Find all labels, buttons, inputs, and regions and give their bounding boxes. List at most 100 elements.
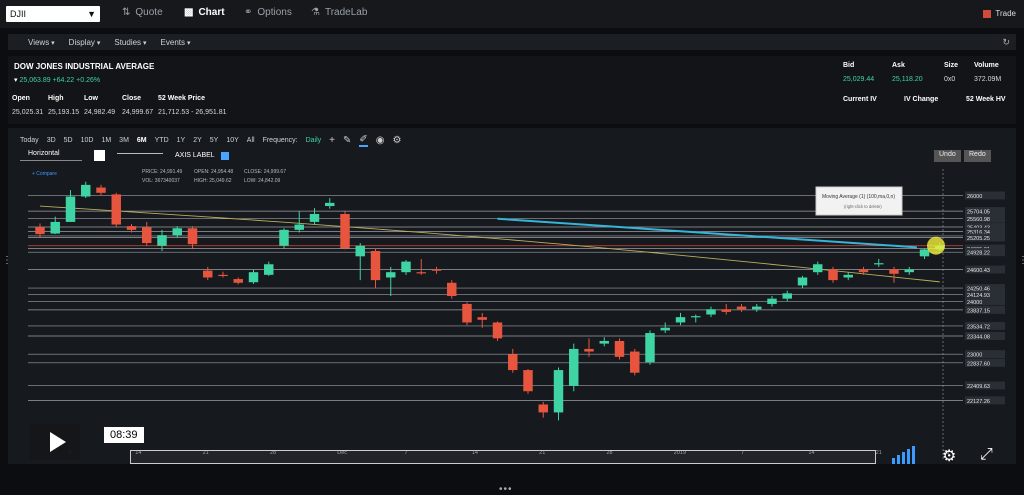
plus-icon[interactable]: + (329, 135, 335, 146)
stat-high-label: High (48, 95, 64, 102)
redo-button[interactable]: Redo (964, 150, 991, 162)
candle-body (325, 202, 335, 207)
candle-body (584, 348, 594, 352)
candle-body (111, 194, 121, 225)
candle-body (340, 213, 350, 249)
range-3m[interactable]: 3M (119, 137, 129, 144)
52w-hv-label: 52 Week HV (966, 96, 1006, 103)
y-tick-label: 24928.22 (967, 251, 990, 257)
menu-views[interactable]: Views (28, 38, 55, 47)
change-value: +64.22 (52, 77, 75, 84)
undo-button[interactable]: Undo (934, 150, 961, 162)
tab-options[interactable]: ⚭ Options (244, 7, 292, 18)
range-10d[interactable]: 10D (81, 137, 94, 144)
menu-display[interactable]: Display (69, 38, 101, 47)
range-3d[interactable]: 3D (47, 137, 56, 144)
candle-body (172, 228, 182, 236)
candle-body (431, 269, 442, 271)
volume-icon[interactable] (892, 446, 915, 464)
candle-body (630, 351, 640, 373)
y-tick-label: 23000 (967, 353, 982, 359)
compare-link: + Compare (32, 171, 57, 177)
y-tick-label: 22409.63 (967, 384, 990, 390)
candle-body (492, 322, 503, 339)
line-style-select[interactable] (117, 153, 163, 154)
frequency-select[interactable]: Daily (306, 137, 322, 144)
candle-body (660, 327, 670, 331)
candle-body (50, 221, 60, 234)
tab-quote[interactable]: ⇅ Quote (122, 7, 163, 18)
y-tick-label: 24000 (967, 300, 982, 306)
fullscreen-icon[interactable]: ⤢ (980, 446, 993, 464)
tab-tradelab-label: TradeLab (324, 7, 368, 18)
tab-tradelab[interactable]: ⚗ TradeLab (311, 7, 367, 18)
candle-body (736, 306, 747, 310)
symbol-select[interactable]: DJII ▼ (6, 6, 100, 22)
tab-chart[interactable]: ▩ Chart (184, 7, 225, 18)
range-ytd[interactable]: YTD (155, 137, 169, 144)
play-button[interactable] (30, 424, 80, 460)
video-player-controls: 08:39 ⚙ ⤢ (12, 410, 1016, 468)
quote-arrows-icon: ⇅ (122, 7, 131, 18)
y-tick-label: 24600.43 (967, 268, 990, 274)
more-dots-icon[interactable]: ••• (499, 484, 513, 495)
range-2y[interactable]: 2Y (193, 137, 202, 144)
candle-body (65, 196, 76, 222)
comment-icon[interactable]: ✎ (343, 135, 351, 146)
range-all[interactable]: All (247, 137, 255, 144)
range-6m[interactable]: 6M (137, 137, 147, 144)
line-color-swatch[interactable] (94, 150, 105, 161)
range-5y[interactable]: 5Y (210, 137, 219, 144)
stat-close-label: Close (122, 95, 142, 102)
range-1y[interactable]: 1Y (177, 137, 186, 144)
stat-52w-label: 52 Week Price (158, 95, 205, 102)
line-type-select[interactable]: Horizontal (20, 150, 82, 161)
flask-icon: ⚗ (311, 7, 320, 18)
iv-change-label: IV Change (904, 96, 939, 103)
candle-body (706, 309, 716, 315)
chevron-down-icon: ▼ (87, 9, 96, 19)
settings-gear-icon[interactable]: ⚙ (942, 446, 956, 466)
quote-last-line: ▾ 25,063.89 +64.22 +0.26% (14, 76, 100, 84)
y-tick-label: 22837.60 (967, 361, 990, 367)
left-dots-handle[interactable]: ⋮ (2, 255, 12, 266)
info-vol: VOL: 367340037 (142, 178, 180, 184)
candle-body (35, 227, 45, 235)
candle-body (370, 251, 381, 281)
candle-body (386, 272, 396, 278)
candle-body (675, 317, 686, 323)
info-high: HIGH: 25,049.62 (194, 178, 232, 184)
range-5d[interactable]: 5D (64, 137, 73, 144)
eraser-icon[interactable]: ◉ (376, 135, 385, 146)
menu-events[interactable]: Events (161, 38, 191, 47)
candle-body (81, 184, 91, 197)
video-time: 08:39 (104, 427, 144, 443)
candle-body (645, 333, 655, 363)
ask-value: 25,118.20 (892, 76, 923, 83)
range-today[interactable]: Today (20, 137, 39, 144)
draw-pen-icon[interactable]: ✐ (359, 134, 368, 147)
right-dots-handle[interactable]: ⋮ (1018, 255, 1024, 266)
size-label: Size (944, 62, 959, 69)
y-tick-label: 25560.98 (967, 217, 990, 223)
ma-tooltip-title: Moving Average (1) (100,ma,0,n) (822, 194, 895, 200)
volume-value: 372.09M (974, 76, 1002, 83)
ask-label: Ask (892, 62, 905, 69)
candle-body (355, 245, 365, 257)
candle-body (874, 263, 884, 265)
candle-body (919, 249, 930, 257)
tab-chart-label: Chart (198, 7, 225, 18)
axis-label-checkbox[interactable] (220, 151, 229, 160)
menu-studies[interactable]: Studies (114, 38, 146, 47)
stat-open-label: Open (12, 95, 30, 102)
settings-wrench-icon[interactable]: ⚙ (393, 135, 402, 146)
video-progress-track[interactable] (130, 450, 876, 464)
refresh-icon[interactable]: ↻ (1002, 37, 1010, 48)
candle-body (447, 282, 457, 296)
candle-body (721, 309, 731, 312)
range-1m[interactable]: 1M (101, 137, 111, 144)
range-10y[interactable]: 10Y (226, 137, 238, 144)
trade-button[interactable]: Trade (983, 9, 1016, 18)
candle-body (187, 228, 198, 245)
candle-body (294, 224, 304, 230)
